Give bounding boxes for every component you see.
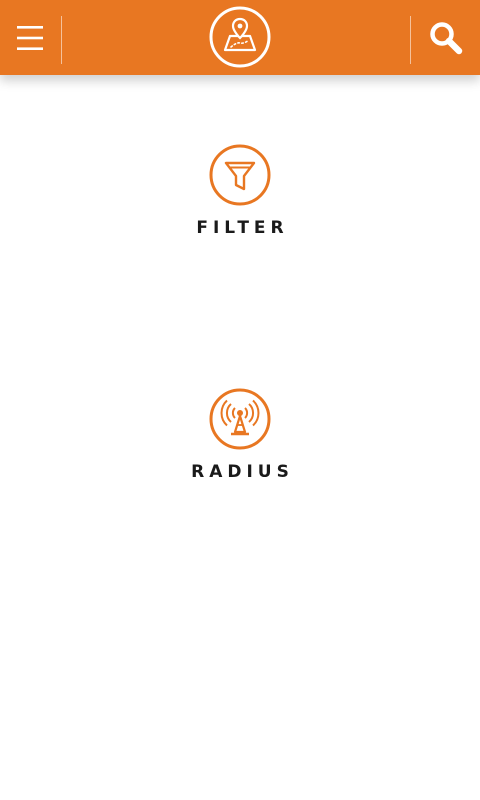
radio-tower-icon xyxy=(209,388,271,450)
top-bar xyxy=(0,0,480,75)
filter-funnel-icon xyxy=(209,144,271,206)
search-icon xyxy=(429,21,462,54)
search-button[interactable] xyxy=(411,0,480,75)
app-screen: FILTER RADIUS xyxy=(0,0,480,800)
menu-button[interactable] xyxy=(0,0,60,75)
radius-option[interactable]: RADIUS xyxy=(140,388,340,482)
hamburger-menu-icon xyxy=(17,25,43,50)
filter-label: FILTER xyxy=(196,218,289,238)
radius-label: RADIUS xyxy=(191,462,294,482)
header-divider-left xyxy=(61,16,62,64)
map-pin-logo-icon[interactable] xyxy=(209,6,271,68)
filter-option[interactable]: FILTER xyxy=(140,144,340,238)
